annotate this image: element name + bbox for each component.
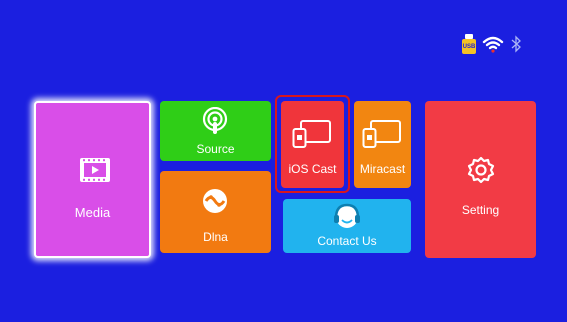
ios-cast-tile[interactable]: iOS Cast: [281, 101, 344, 188]
bluetooth-icon: [510, 35, 522, 53]
ios-cast-label: iOS Cast: [288, 162, 337, 176]
dlna-tile[interactable]: Dlna: [160, 171, 271, 253]
headset-support-icon: [332, 202, 362, 235]
usb-label: USB: [462, 43, 476, 50]
podcast-icon: [202, 106, 228, 140]
gear-icon: [467, 156, 495, 187]
screen-cast-icon: [362, 118, 402, 151]
source-tile[interactable]: Source: [160, 101, 271, 161]
dlna-label: Dlna: [203, 230, 228, 244]
wifi-icon: [482, 35, 504, 53]
usb-icon: USB: [462, 34, 476, 54]
media-tile[interactable]: Media: [34, 101, 151, 258]
status-bar: USB: [462, 33, 522, 55]
source-label: Source: [196, 142, 235, 156]
miracast-tile[interactable]: Miracast: [354, 101, 411, 188]
film-play-icon: [80, 158, 110, 185]
screen-cast-icon: [292, 118, 332, 151]
setting-tile[interactable]: Setting: [425, 101, 536, 258]
contact-us-tile[interactable]: Contact Us: [283, 199, 411, 253]
miracast-label: Miracast: [359, 162, 406, 176]
contact-us-label: Contact Us: [317, 234, 377, 248]
dlna-icon: [202, 188, 228, 217]
setting-label: Setting: [461, 203, 500, 217]
media-label: Media: [74, 205, 111, 220]
